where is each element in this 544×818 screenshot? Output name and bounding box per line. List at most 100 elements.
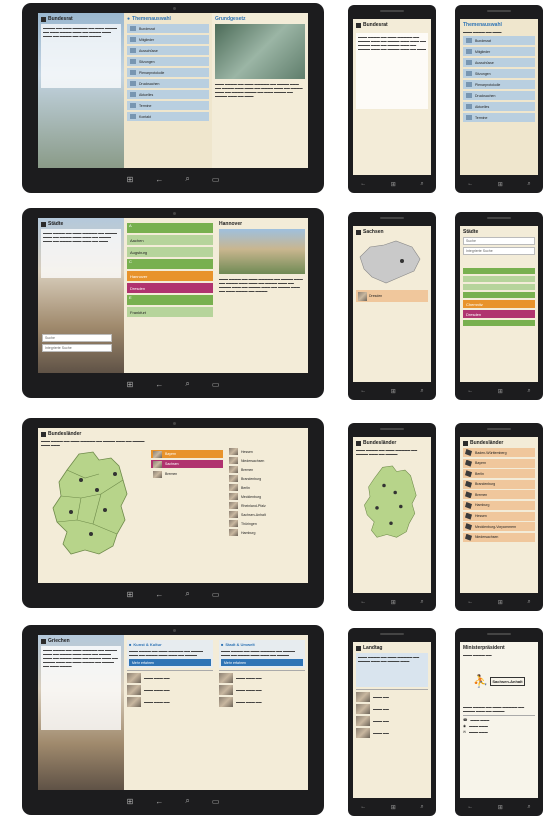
task-view-icon[interactable]: ▭ xyxy=(212,797,220,806)
search-mode-select[interactable]: Integrierte Suche xyxy=(42,343,112,352)
menu-item[interactable]: Mitglieder xyxy=(127,35,209,44)
back-icon[interactable]: ← xyxy=(155,380,163,389)
menu-item[interactable]: Bundesrat xyxy=(463,36,535,45)
search-icon[interactable]: ⌕ xyxy=(185,796,189,806)
state-item[interactable]: Brandenburg xyxy=(229,475,305,482)
search-icon[interactable]: ⌕ xyxy=(420,804,423,811)
menu-item[interactable]: Plenarprotokolle xyxy=(127,68,209,77)
windows-icon[interactable]: ⊞ xyxy=(498,388,503,395)
city-item-highlight[interactable]: Hannover xyxy=(127,271,213,281)
search-input[interactable]: Suche xyxy=(463,237,535,245)
back-icon[interactable]: ← xyxy=(360,599,366,605)
state-item[interactable]: Baden-Württemberg xyxy=(463,448,535,457)
city-item[interactable]: Frankfurt xyxy=(127,307,213,317)
menu-item[interactable]: Termine xyxy=(463,113,535,122)
windows-icon[interactable]: ⊞ xyxy=(127,175,134,184)
search-icon[interactable]: ⌕ xyxy=(527,804,530,811)
back-icon[interactable]: ← xyxy=(467,804,473,810)
menu-item[interactable]: Bundesrat xyxy=(127,24,209,33)
city-item-highlight[interactable]: Chemnitz xyxy=(463,300,535,308)
back-icon[interactable]: ← xyxy=(467,181,473,187)
state-item[interactable]: Berlin xyxy=(463,469,535,479)
state-item[interactable]: Sachsen-Anhalt xyxy=(229,511,305,518)
menu-item[interactable]: Sitzungen xyxy=(463,69,535,78)
list-item[interactable]: ▬▬▬ ▬▬▬ ▬▬ xyxy=(127,696,213,707)
search-icon[interactable]: ⌕ xyxy=(185,379,189,389)
windows-icon[interactable]: ⊞ xyxy=(127,380,134,389)
menu-item[interactable]: Ausschüsse xyxy=(463,58,535,67)
list-item[interactable]: ▬▬▬ ▬▬▬ ▬▬ xyxy=(219,696,305,707)
state-item[interactable]: Sachsen xyxy=(151,460,223,468)
more-button[interactable]: Mehr erfahren xyxy=(129,659,211,666)
state-item[interactable]: Brandenburg xyxy=(463,479,535,489)
state-item[interactable]: Bremen xyxy=(463,490,535,500)
state-item[interactable]: Thüringen xyxy=(229,520,305,527)
task-view-icon[interactable]: ▭ xyxy=(212,380,220,389)
search-icon[interactable]: ⌕ xyxy=(527,599,530,606)
city-item[interactable]: Aachen xyxy=(127,235,213,245)
state-item[interactable]: Berlin xyxy=(229,484,305,491)
menu-item[interactable]: Aktuelles xyxy=(463,102,535,111)
city-item-highlight[interactable]: Dresden xyxy=(127,283,213,293)
back-icon[interactable]: ← xyxy=(155,175,163,184)
menu-item[interactable]: Drucksachen xyxy=(127,79,209,88)
menu-item[interactable]: Termine xyxy=(127,101,209,110)
state-item[interactable]: Mecklenburg xyxy=(229,493,305,500)
list-item[interactable]: ▬▬▬ ▬▬▬ ▬▬ xyxy=(127,672,213,683)
state-item[interactable]: Bremen xyxy=(151,470,223,478)
state-item[interactable]: Hamburg xyxy=(463,500,535,510)
windows-icon[interactable]: ⊞ xyxy=(391,804,396,811)
more-button[interactable]: Mehr erfahren xyxy=(221,659,303,666)
back-icon[interactable]: ← xyxy=(467,599,473,605)
windows-icon[interactable]: ⊞ xyxy=(391,388,396,395)
search-icon[interactable]: ⌕ xyxy=(420,388,423,395)
list-item[interactable]: ▬▬▬ ▬▬ xyxy=(356,703,428,714)
menu-item[interactable]: Ausschüsse xyxy=(127,46,209,55)
menu-item[interactable]: Plenarprotokolle xyxy=(463,80,535,89)
list-item[interactable]: ▬▬▬ ▬▬ xyxy=(356,715,428,726)
state-item[interactable]: Bremen xyxy=(229,466,305,473)
city-badge[interactable]: Dresden xyxy=(356,290,428,302)
list-item[interactable]: ▬▬▬ ▬▬▬ ▬▬ xyxy=(219,684,305,695)
back-icon[interactable]: ← xyxy=(155,797,163,806)
search-icon[interactable]: ⌕ xyxy=(420,599,423,606)
back-icon[interactable]: ← xyxy=(360,388,366,394)
search-mode-select[interactable]: Integrierte Suche xyxy=(463,246,535,255)
city-item[interactable]: Augsburg xyxy=(127,247,213,257)
state-item[interactable]: Niedersachsen xyxy=(229,457,305,464)
state-item[interactable]: Rheinland-Pfalz xyxy=(229,502,305,509)
search-icon[interactable]: ⌕ xyxy=(527,181,530,188)
list-item[interactable]: ▬▬▬ ▬▬▬ ▬▬ xyxy=(127,684,213,695)
windows-icon[interactable]: ⊞ xyxy=(498,599,503,606)
windows-icon[interactable]: ⊞ xyxy=(498,804,503,811)
state-item[interactable]: Mecklenburg-Vorpommern xyxy=(463,522,535,532)
state-item[interactable]: Hessen xyxy=(463,511,535,521)
back-icon[interactable]: ← xyxy=(155,590,163,599)
windows-icon[interactable]: ⊞ xyxy=(391,599,396,606)
city-item-highlight[interactable]: Dresden xyxy=(463,310,535,318)
search-icon[interactable]: ⌕ xyxy=(420,181,423,188)
back-icon[interactable]: ← xyxy=(467,388,473,394)
state-item[interactable]: Niedersachsen xyxy=(463,532,535,542)
search-icon[interactable]: ⌕ xyxy=(185,589,189,599)
list-item[interactable]: ▬▬▬ ▬▬▬ ▬▬ xyxy=(219,672,305,683)
contact-email[interactable]: ✉ ▬▬▬ ▬▬▬ xyxy=(463,730,535,734)
state-item[interactable]: Hessen xyxy=(229,448,305,455)
search-icon[interactable]: ⌕ xyxy=(185,174,189,184)
contact-web[interactable]: ◉ ▬▬▬ ▬▬▬ xyxy=(463,724,535,728)
search-icon[interactable]: ⌕ xyxy=(527,388,530,395)
search-input[interactable]: Suche xyxy=(42,334,112,342)
menu-item[interactable]: Mitglieder xyxy=(463,47,535,56)
windows-icon[interactable]: ⊞ xyxy=(498,181,503,188)
back-icon[interactable]: ← xyxy=(360,804,366,810)
task-view-icon[interactable]: ▭ xyxy=(212,590,220,599)
state-item[interactable]: Bayern xyxy=(463,458,535,468)
task-view-icon[interactable]: ▭ xyxy=(212,175,220,184)
windows-icon[interactable]: ⊞ xyxy=(127,797,134,806)
menu-item[interactable]: Drucksachen xyxy=(463,91,535,100)
back-icon[interactable]: ← xyxy=(360,181,366,187)
menu-item[interactable]: Aktuelles xyxy=(127,90,209,99)
menu-item[interactable]: Sitzungen xyxy=(127,57,209,66)
list-item[interactable]: ▬▬▬ ▬▬ xyxy=(356,691,428,702)
state-item[interactable]: Hamburg xyxy=(229,529,305,536)
